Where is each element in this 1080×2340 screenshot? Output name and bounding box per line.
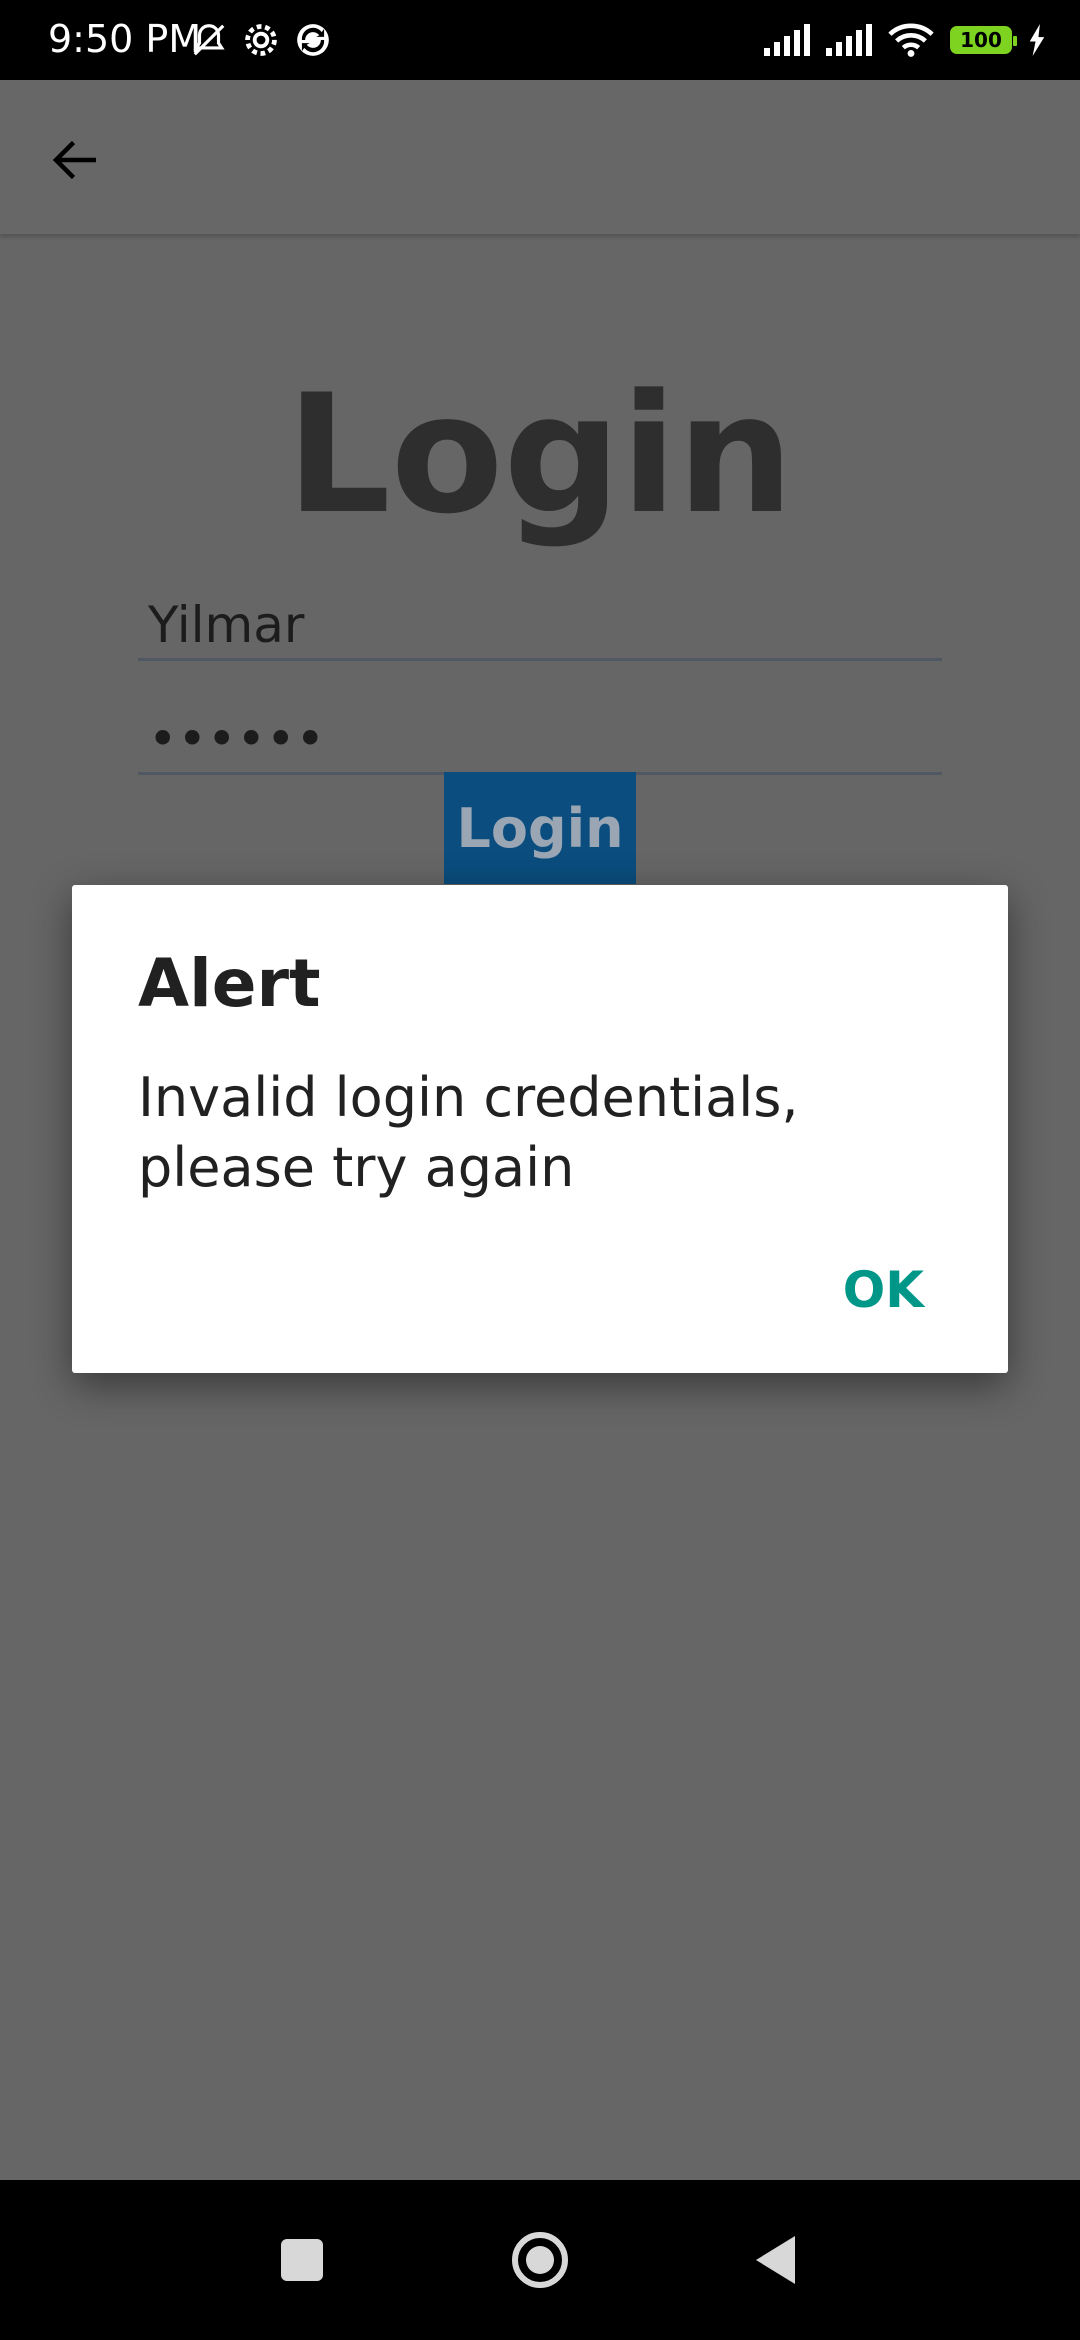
- battery-level: 100: [960, 28, 1002, 52]
- nav-back-button[interactable]: [738, 2220, 818, 2300]
- alert-dialog: Alert Invalid login credentials, please …: [72, 885, 1008, 1373]
- signal-icon: [764, 24, 810, 56]
- charging-icon: [1029, 24, 1045, 56]
- recents-button[interactable]: [262, 2220, 342, 2300]
- navigation-bar: [0, 2180, 1080, 2340]
- back-arrow-icon: [52, 140, 96, 180]
- login-button[interactable]: Login: [444, 772, 636, 884]
- username-value: Yilmar: [148, 596, 305, 654]
- password-value: ••••••: [148, 710, 325, 768]
- mute-icon: [193, 24, 225, 56]
- app-bar: [0, 80, 1080, 234]
- signal-icon: [826, 24, 872, 56]
- password-field[interactable]: ••••••: [138, 710, 942, 775]
- back-icon: [756, 2236, 795, 2284]
- dialog-title: Alert: [138, 945, 321, 1022]
- dialog-message: Invalid login credentials, please try ag…: [138, 1066, 799, 1199]
- ok-button[interactable]: OK: [831, 1255, 936, 1325]
- status-time: 9:50 PM: [48, 17, 202, 61]
- page-title: Login: [286, 359, 794, 550]
- wifi-icon: [888, 23, 934, 57]
- back-button[interactable]: [36, 120, 116, 200]
- sync-icon: [297, 24, 329, 56]
- status-bar: 9:50 PM 100: [0, 0, 1080, 80]
- settings-icon: [245, 24, 277, 56]
- status-left-icons: [190, 18, 332, 62]
- recents-icon: [281, 2239, 323, 2281]
- home-button[interactable]: [500, 2220, 580, 2300]
- home-icon: [512, 2232, 568, 2288]
- battery-icon: 100: [950, 26, 1017, 54]
- username-field[interactable]: Yilmar: [138, 596, 942, 661]
- status-right-icons: 100: [764, 18, 1046, 62]
